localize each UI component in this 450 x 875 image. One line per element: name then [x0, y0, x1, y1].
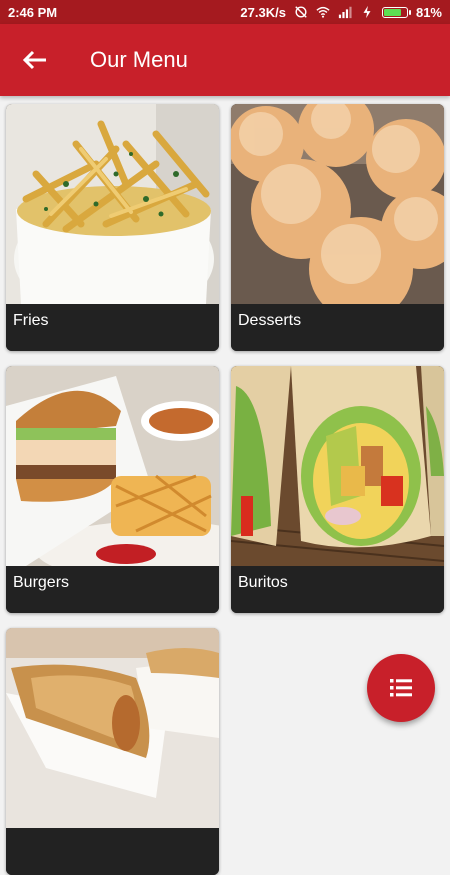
menu-card-buritos[interactable]: Buritos [231, 366, 444, 613]
menu-card-label: Fries [6, 304, 219, 351]
burgers-image [6, 366, 219, 566]
list-icon [390, 679, 412, 697]
menu-card-label: Burgers [6, 566, 219, 613]
page-title: Our Menu [90, 47, 188, 72]
pastry-image [6, 628, 219, 828]
menu-card-label: Buritos [231, 566, 444, 613]
desserts-image [231, 104, 444, 304]
mute-icon [295, 6, 307, 18]
menu-card-label [6, 828, 219, 875]
status-icons: 27.3K/s 81% [240, 5, 442, 20]
app-bar: Our Menu [0, 24, 450, 96]
buritos-image [231, 366, 444, 566]
signal-icon [338, 6, 352, 19]
back-button[interactable] [0, 24, 70, 96]
charging-icon [363, 5, 371, 19]
menu-list-fab[interactable] [367, 654, 435, 722]
menu-card-desserts[interactable]: Desserts [231, 104, 444, 351]
battery-icon [381, 6, 411, 18]
status-bar: 2:46 PM 27.3K/s 81% [0, 0, 450, 24]
menu-card-label: Desserts [231, 304, 444, 351]
battery-percent: 81% [415, 4, 442, 20]
menu-card-burgers[interactable]: Burgers [6, 366, 219, 613]
fries-image [6, 104, 219, 304]
network-speed: 27.3K/s [240, 4, 286, 20]
arrow-left-icon [22, 50, 46, 70]
menu-card-pastry[interactable] [6, 628, 219, 875]
wifi-icon [316, 6, 330, 18]
status-time: 2:46 PM [8, 4, 58, 20]
menu-card-fries[interactable]: Fries [6, 104, 219, 351]
